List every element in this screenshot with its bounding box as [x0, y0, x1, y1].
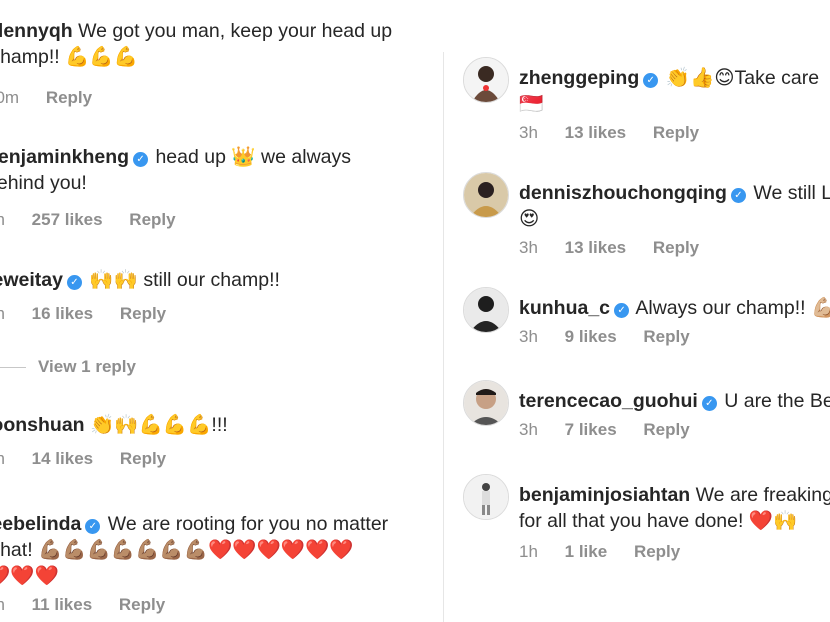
- likes-count[interactable]: 1 like: [565, 542, 608, 562]
- reply-button[interactable]: Reply: [653, 123, 699, 143]
- username-link[interactable]: leebelinda: [0, 513, 81, 535]
- username-link[interactable]: kunhua_c: [519, 297, 610, 319]
- verified-badge-icon: ✓: [85, 519, 101, 534]
- comment-body: 👏👍😊Take care: [665, 67, 820, 89]
- comment-time: 10m: [0, 88, 20, 107]
- view-replies-button[interactable]: View 1 reply: [0, 357, 136, 377]
- avatar[interactable]: [463, 287, 509, 333]
- reply-button[interactable]: Reply: [120, 304, 166, 324]
- comment-time: 1h: [519, 542, 538, 561]
- reply-button[interactable]: Reply: [119, 595, 165, 615]
- username-link[interactable]: zhenggeping: [519, 67, 639, 89]
- comment-body: ❤️❤️❤️: [0, 565, 59, 587]
- comment-text: terencecao_guohui ✓ U are the Be: [519, 388, 830, 414]
- likes-count[interactable]: 257 likes: [32, 210, 103, 230]
- avatar-image: [464, 58, 508, 102]
- comment-text: joonshuan 👏🙌💪💪💪!!!: [0, 412, 438, 438]
- comment-text: benjaminjosiahtan We are freaking for al…: [519, 482, 830, 534]
- reply-button[interactable]: Reply: [120, 449, 166, 469]
- comment-body: for all that you have done! ❤️🙌: [519, 510, 798, 532]
- comment-body: We are freaking: [695, 484, 830, 506]
- comment-body: behind you!: [0, 172, 87, 194]
- comment-time: 3h: [519, 327, 538, 346]
- comment-body: We got you man, keep your head up: [78, 20, 393, 42]
- comment-glennyqh: glennyqh We got you man, keep your head …: [0, 18, 438, 108]
- comment-body: 👏🙌💪💪💪!!!: [90, 414, 228, 436]
- avatar-image: [464, 288, 508, 332]
- verified-badge-icon: ✓: [643, 73, 659, 88]
- comment-body: head up 👑 we always: [155, 146, 352, 168]
- comment-body: 😍: [519, 208, 540, 230]
- right-comments-panel: zhenggeping ✓ 👏👍😊Take care 🇸🇬 3h 13 likes…: [447, 0, 830, 622]
- reply-button[interactable]: Reply: [653, 238, 699, 258]
- comment-teweitay: teweitay✓ 🙌🙌 still our champ!! 1h 16 lik…: [0, 267, 438, 324]
- likes-count[interactable]: 11 likes: [32, 595, 93, 615]
- comment-body: Champ!! 💪💪💪: [0, 46, 138, 68]
- comment-joonshuan: joonshuan 👏🙌💪💪💪!!! 1h 14 likes Reply: [0, 412, 438, 469]
- left-comments-panel: glennyqh We got you man, keep your head …: [0, 0, 443, 622]
- comment-text: benjaminkheng ✓ head up 👑 we always behin…: [0, 144, 438, 196]
- avatar[interactable]: [463, 172, 509, 218]
- comment-body: We are rooting for you no matter: [107, 513, 389, 535]
- username-link[interactable]: glennyqh: [0, 20, 73, 42]
- comment-body: We still L: [753, 182, 830, 204]
- comment-body: 🇸🇬: [519, 93, 544, 115]
- comment-time: 1h: [0, 449, 5, 468]
- reply-button[interactable]: Reply: [643, 327, 689, 347]
- comment-time: 1h: [0, 304, 5, 323]
- reply-button[interactable]: Reply: [643, 420, 689, 440]
- username-link[interactable]: benjaminjosiahtan: [519, 484, 690, 506]
- likes-count[interactable]: 14 likes: [32, 449, 93, 469]
- avatar-image: [464, 381, 508, 425]
- verified-badge-icon: ✓: [614, 303, 630, 318]
- comment-text: zhenggeping ✓ 👏👍😊Take care 🇸🇬: [519, 65, 830, 117]
- avatar-image: [464, 475, 508, 519]
- avatar[interactable]: [463, 474, 509, 520]
- comment-body: 🙌🙌 still our champ!!: [89, 269, 280, 291]
- comment-denniszhouchongqing: denniszhouchongqing ✓ We still L 😍 3h 13 …: [463, 172, 830, 258]
- comment-benjaminkheng: benjaminkheng ✓ head up 👑 we always behin…: [0, 144, 438, 230]
- comment-text: teweitay✓ 🙌🙌 still our champ!!: [0, 267, 438, 293]
- comment-kunhua_c: kunhua_c ✓ Always our champ!! 💪🏼 3h 9 lik…: [463, 287, 830, 347]
- comment-body: U are the Be: [724, 390, 830, 412]
- avatar[interactable]: [463, 380, 509, 426]
- likes-count[interactable]: 7 likes: [565, 420, 617, 440]
- comment-leebelinda: leebelinda ✓ We are rooting for you no ma…: [0, 511, 438, 615]
- avatar[interactable]: [463, 57, 509, 103]
- username-link[interactable]: joonshuan: [0, 414, 85, 436]
- comment-text: glennyqh We got you man, keep your head …: [0, 18, 438, 70]
- username-link[interactable]: benjaminkheng: [0, 146, 129, 168]
- panel-divider: [443, 52, 444, 622]
- avatar-image: [464, 173, 508, 217]
- verified-badge-icon: ✓: [133, 152, 149, 167]
- comment-benjaminjosiahtan: benjaminjosiahtan We are freaking for al…: [463, 474, 830, 562]
- comment-zhenggeping: zhenggeping ✓ 👏👍😊Take care 🇸🇬 3h 13 likes…: [463, 57, 830, 143]
- comment-text: leebelinda ✓ We are rooting for you no ma…: [0, 511, 438, 589]
- comment-text: kunhua_c ✓ Always our champ!! 💪🏼: [519, 295, 830, 321]
- likes-count[interactable]: 13 likes: [565, 123, 626, 143]
- username-link[interactable]: denniszhouchongqing: [519, 182, 727, 204]
- comment-body: what! 💪🏽💪🏽💪🏽💪🏽💪🏽💪🏽💪🏽❤️❤️❤️❤️❤️❤️: [0, 539, 354, 561]
- username-link[interactable]: teweitay: [0, 269, 63, 291]
- verified-badge-icon: ✓: [701, 396, 717, 411]
- comment-body: Always our champ!! 💪🏼: [635, 297, 830, 319]
- comment-terencecao_guohui: terencecao_guohui ✓ U are the Be 3h 7 lik…: [463, 380, 830, 440]
- comment-time: 3h: [519, 420, 538, 439]
- likes-count[interactable]: 16 likes: [32, 304, 93, 324]
- reply-button[interactable]: Reply: [634, 542, 680, 562]
- reply-thread-line: [0, 367, 26, 369]
- comment-time: 1h: [0, 595, 5, 614]
- comment-time: 1h: [0, 210, 5, 229]
- view-replies-label: View 1 reply: [38, 357, 136, 376]
- comment-text: denniszhouchongqing ✓ We still L 😍: [519, 180, 830, 232]
- comment-time: 3h: [519, 238, 538, 257]
- reply-button[interactable]: Reply: [46, 88, 92, 108]
- reply-button[interactable]: Reply: [129, 210, 175, 230]
- username-link[interactable]: terencecao_guohui: [519, 390, 698, 412]
- likes-count[interactable]: 13 likes: [565, 238, 626, 258]
- verified-badge-icon: ✓: [730, 188, 746, 203]
- comment-time: 3h: [519, 123, 538, 142]
- likes-count[interactable]: 9 likes: [565, 327, 617, 347]
- verified-badge-icon: ✓: [66, 275, 82, 290]
